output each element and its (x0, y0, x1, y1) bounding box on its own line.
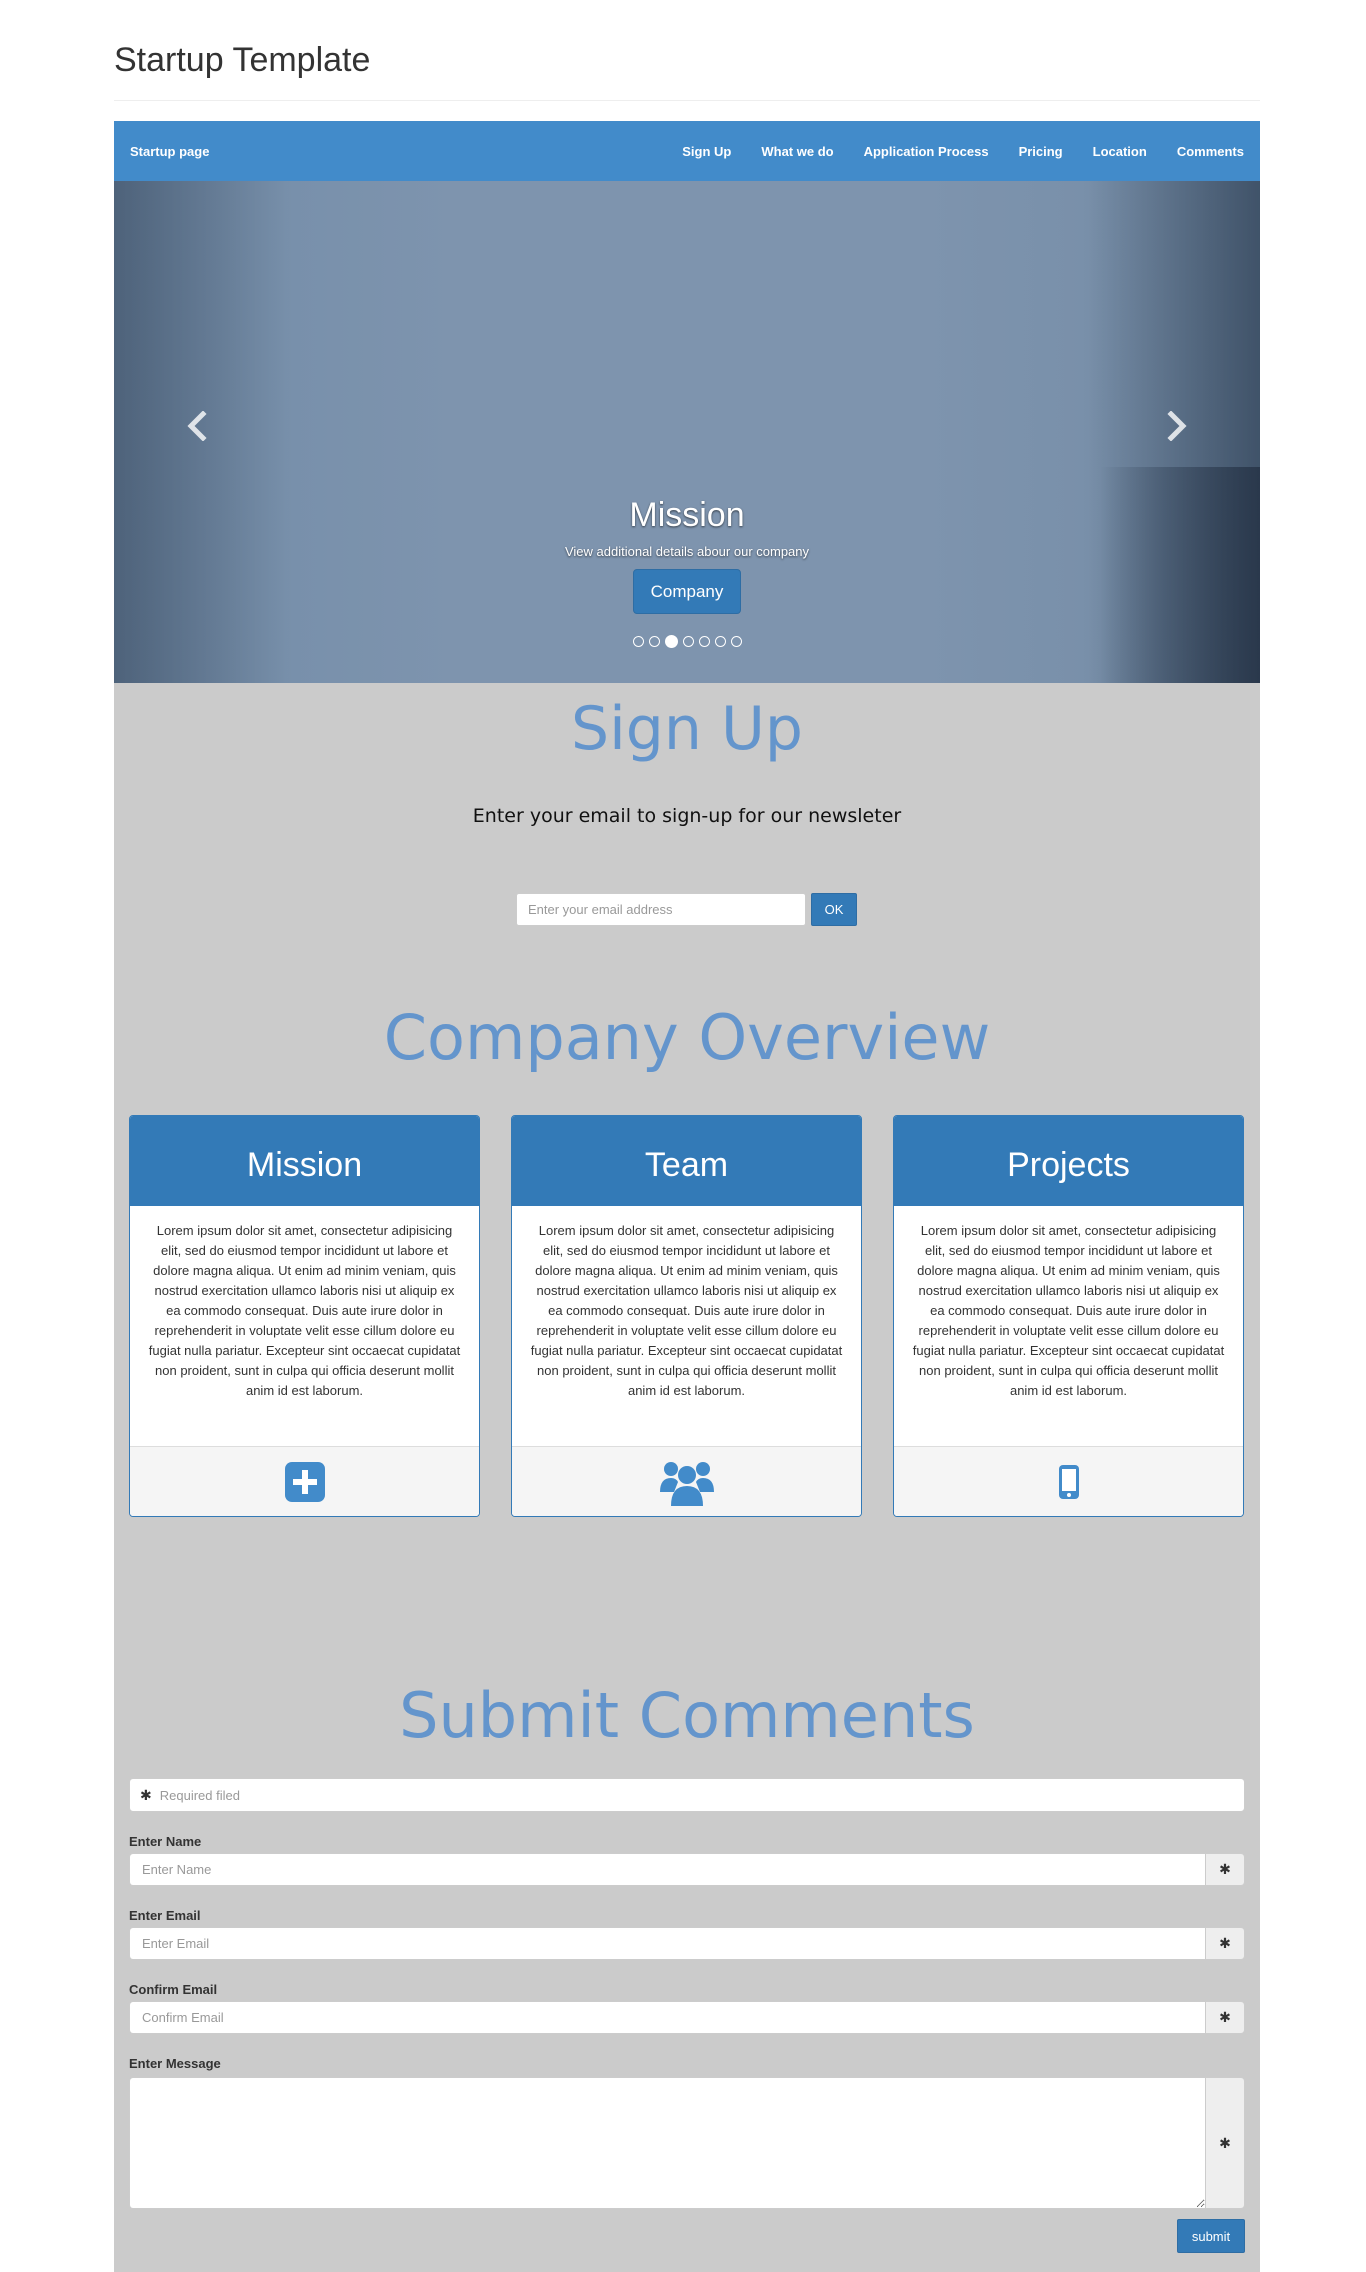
message-textarea[interactable] (129, 2077, 1205, 2209)
page-header: Startup Template (114, 38, 1260, 101)
card-body: Lorem ipsum dolor sit amet, consectetur … (894, 1206, 1243, 1447)
message-field-group: ✱ (129, 2077, 1245, 2209)
name-field-group: ✱ (129, 1853, 1245, 1886)
carousel-indicator-dot[interactable] (632, 636, 644, 647)
carousel-indicator-dot[interactable] (730, 636, 742, 647)
card-title: Projects (894, 1116, 1243, 1206)
email-input[interactable] (129, 1927, 1205, 1960)
email-field-group: ✱ (129, 1927, 1245, 1960)
card-title: Team (512, 1116, 861, 1206)
carousel-indicator-dot[interactable] (682, 636, 694, 647)
nav-link-sign-up[interactable]: Sign Up (667, 144, 746, 159)
email-required-addon: ✱ (1205, 1927, 1245, 1960)
card-title: Mission (130, 1116, 479, 1206)
confirm-email-label: Confirm Email (129, 1982, 218, 1997)
nav-link-what-we-do[interactable]: What we do (746, 144, 848, 159)
email-label: Enter Email (129, 1908, 201, 1923)
required-field-note: ✱ Required filed (129, 1778, 1245, 1812)
plus-square-icon (284, 1461, 325, 1502)
message-required-addon: ✱ (1205, 2077, 1245, 2209)
carousel-indicator-dot[interactable] (698, 636, 710, 647)
nav-link-comments[interactable]: Comments (1162, 144, 1244, 159)
carousel-indicator-dot[interactable] (714, 636, 726, 647)
card-body: Lorem ipsum dolor sit amet, consectetur … (512, 1206, 861, 1447)
signup-form: OK (516, 893, 857, 926)
card-footer (512, 1447, 861, 1516)
card-mission: Mission Lorem ipsum dolor sit amet, cons… (129, 1115, 480, 1517)
signup-ok-button[interactable]: OK (811, 893, 857, 926)
name-required-addon: ✱ (1205, 1853, 1245, 1886)
asterisk-icon: ✱ (140, 1786, 152, 1803)
navbar-links: Sign Up What we do Application Process P… (667, 144, 1244, 159)
carousel-indicator-dot[interactable] (648, 636, 660, 647)
name-label: Enter Name (129, 1834, 202, 1849)
card-team: Team Lorem ipsum dolor sit amet, consect… (511, 1115, 862, 1517)
asterisk-icon: ✱ (1219, 2134, 1231, 2151)
comments-title: Submit Comments (399, 1679, 975, 1752)
carousel-prev-icon[interactable] (177, 410, 217, 450)
name-input[interactable] (129, 1853, 1205, 1886)
navbar: Startup page Sign Up What we do Applicat… (114, 121, 1260, 181)
navbar-brand[interactable]: Startup page (130, 144, 209, 159)
page-title: Startup Template (114, 41, 371, 79)
carousel-next-icon[interactable] (1157, 410, 1197, 450)
overview-title: Company Overview (383, 1001, 991, 1074)
nav-link-application-process[interactable]: Application Process (849, 144, 1004, 159)
asterisk-icon: ✱ (1219, 1935, 1231, 1951)
overview-cards: Mission Lorem ipsum dolor sit amet, cons… (129, 1115, 1244, 1517)
carousel-caption: Mission View additional details abour ou… (114, 495, 1260, 614)
carousel-indicator-dot[interactable] (664, 635, 678, 648)
carousel-indicators (114, 635, 1260, 648)
signup-description: Enter your email to sign-up for our news… (472, 805, 902, 827)
card-footer (130, 1447, 479, 1516)
signup-title: Sign Up (571, 694, 803, 764)
confirm-email-field-group: ✱ (129, 2001, 1245, 2034)
card-body: Lorem ipsum dolor sit amet, consectetur … (130, 1206, 479, 1447)
hero-carousel: Mission View additional details abour ou… (114, 181, 1260, 683)
confirm-email-input[interactable] (129, 2001, 1205, 2034)
asterisk-icon: ✱ (1219, 2009, 1231, 2025)
company-button[interactable]: Company (632, 569, 742, 614)
signup-email-input[interactable] (516, 893, 806, 926)
asterisk-icon: ✱ (1219, 1861, 1231, 1877)
card-footer (894, 1447, 1243, 1516)
confirm-email-required-addon: ✱ (1205, 2001, 1245, 2034)
mobile-phone-icon (1058, 1464, 1080, 1500)
nav-link-pricing[interactable]: Pricing (1004, 144, 1078, 159)
submit-button[interactable]: submit (1177, 2219, 1245, 2253)
card-projects: Projects Lorem ipsum dolor sit amet, con… (893, 1115, 1244, 1517)
users-icon (659, 1458, 714, 1506)
main-content: Sign Up Enter your email to sign-up for … (114, 683, 1260, 2272)
carousel-caption-title: Mission (629, 496, 745, 534)
carousel-caption-text: View additional details abour our compan… (564, 544, 810, 559)
required-note-text: Required filed (159, 1787, 240, 1803)
message-label: Enter Message (129, 2056, 221, 2071)
nav-link-location[interactable]: Location (1078, 144, 1162, 159)
